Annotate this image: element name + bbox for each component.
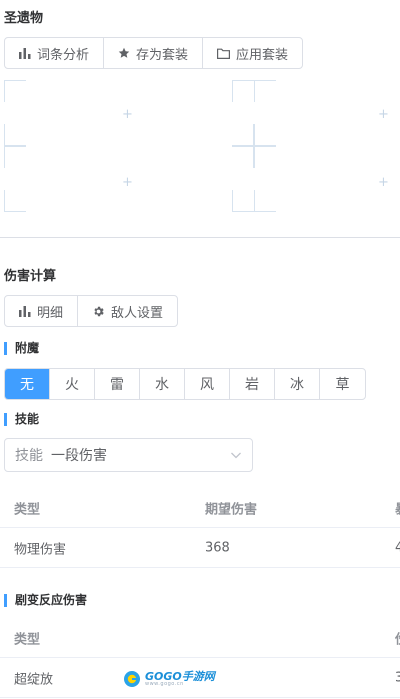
col-expected-damage: 期望伤害 bbox=[205, 502, 258, 517]
relic-slot-2[interactable]: + + bbox=[232, 80, 389, 212]
apply-set-button[interactable]: 应用套装 bbox=[203, 38, 302, 68]
watermark-url: www.gogo.cn bbox=[145, 681, 184, 687]
gogo-watermark-logo: GOGO手游网 www.gogo.cn bbox=[123, 670, 215, 688]
bar-chart-icon bbox=[19, 305, 31, 317]
detail-label: 明细 bbox=[37, 305, 64, 321]
cell-damage: 3 bbox=[395, 670, 400, 685]
save-set-label: 存为套装 bbox=[136, 47, 189, 63]
relics-toolbar: 词条分析 存为套装 应用套装 bbox=[4, 37, 304, 69]
cell-type: 超绽放 bbox=[14, 672, 54, 687]
enemy-settings-button[interactable]: 敌人设置 bbox=[78, 296, 177, 326]
save-set-button[interactable]: 存为套装 bbox=[104, 38, 204, 68]
cell-crit: 4 bbox=[395, 540, 400, 555]
folder-icon bbox=[217, 48, 231, 59]
infusion-option-anemo[interactable]: 风 bbox=[185, 369, 230, 399]
transform-table-header: 类型 伤 bbox=[0, 618, 400, 658]
stat-analysis-label: 词条分析 bbox=[37, 47, 90, 63]
infusion-option-hydro[interactable]: 水 bbox=[140, 369, 185, 399]
damage-toolbar: 明细 敌人设置 bbox=[4, 295, 179, 327]
damage-table-header: 类型 期望伤害 暴 bbox=[0, 488, 400, 528]
col-type: 类型 bbox=[14, 632, 41, 647]
transform-title: 剧变反应伤害 bbox=[4, 594, 87, 607]
gear-icon bbox=[92, 305, 105, 318]
infusion-option-none[interactable]: 无 bbox=[5, 369, 50, 399]
table-row: 物理伤害 368 4 bbox=[0, 528, 400, 568]
skill-select-value: 一段伤害 bbox=[51, 448, 107, 464]
infusion-option-cryo[interactable]: 冰 bbox=[275, 369, 320, 399]
chevron-down-icon bbox=[230, 449, 242, 461]
infusion-option-electro[interactable]: 雷 bbox=[95, 369, 140, 399]
bar-chart-icon bbox=[19, 47, 31, 59]
infusion-title: 附魔 bbox=[4, 342, 39, 355]
apply-set-label: 应用套装 bbox=[236, 47, 289, 63]
infusion-selector: 无 火 雷 水 风 岩 冰 草 bbox=[4, 368, 366, 400]
cell-type: 物理伤害 bbox=[14, 542, 67, 557]
detail-button[interactable]: 明细 bbox=[5, 296, 79, 326]
enemy-settings-label: 敌人设置 bbox=[111, 305, 164, 321]
col-type: 类型 bbox=[14, 502, 41, 517]
skill-title: 技能 bbox=[4, 413, 39, 426]
col-damage: 伤 bbox=[395, 628, 400, 647]
skill-select-prefix: 技能 bbox=[15, 448, 43, 464]
section-divider bbox=[0, 237, 400, 238]
infusion-option-geo[interactable]: 岩 bbox=[230, 369, 275, 399]
skill-select[interactable]: 技能 一段伤害 bbox=[4, 438, 253, 472]
stat-analysis-button[interactable]: 词条分析 bbox=[5, 38, 105, 68]
damage-title: 伤害计算 bbox=[4, 269, 57, 284]
relic-slot-1[interactable]: + + bbox=[4, 80, 133, 212]
infusion-option-dendro[interactable]: 草 bbox=[320, 369, 365, 399]
relics-title: 圣遗物 bbox=[4, 11, 44, 26]
star-icon bbox=[118, 47, 130, 59]
damage-table: 类型 期望伤害 暴 物理伤害 368 4 bbox=[0, 488, 400, 568]
col-crit: 暴 bbox=[395, 498, 400, 517]
infusion-option-pyro[interactable]: 火 bbox=[50, 369, 95, 399]
cell-expected: 368 bbox=[205, 540, 230, 555]
